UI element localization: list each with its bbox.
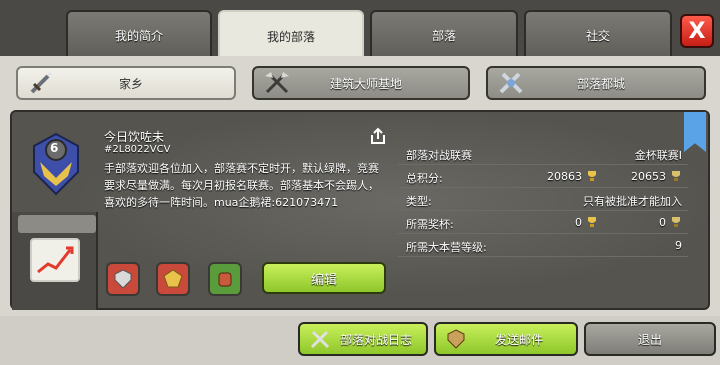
required-trophies-home: 0 [575,216,582,229]
tab-clans[interactable]: 部落 [370,10,518,58]
subnav-builder-label: 建筑大师基地 [329,76,402,91]
close-button[interactable]: X [680,14,714,48]
tab-my-clan[interactable]: 我的部落 [218,10,364,60]
war-league-label: 部落对战联赛 [406,149,472,162]
builder-trophy-icon [672,217,680,227]
clan-tag: #2L8022VCV [104,144,171,155]
required-trophies-builder: 0 [659,216,666,229]
total-points-label: 总积分: [406,172,443,185]
required-trophies-label: 所需奖杯: [406,218,454,231]
subnav-capital-label: 部落都城 [576,76,625,91]
clan-stats: 部落对战联赛 金杯联赛I 总积分: 20863 20653 类型: 只有被批准才… [398,142,688,257]
war-league-value: 金杯联赛I [634,149,682,162]
war-log-label: 部落对战日志 [339,332,412,347]
subnav-home-village[interactable]: 家乡 [16,66,236,100]
required-townhall-label: 所需大本营等级: [406,241,487,254]
leave-label: 退出 [637,332,662,347]
type-row: 类型: 只有被批准才能加入 [398,188,688,211]
trophy-icon [588,171,596,181]
subnav-clan-capital[interactable]: 部落都城 [486,66,706,100]
war-league-row: 部落对战联赛 金杯联赛I [398,142,688,165]
trophy-icon [588,217,596,227]
clan-badge: 6 [30,132,82,196]
subnav-home-label: 家乡 [118,76,143,91]
builder-trophy-icon [672,171,680,181]
total-points-row: 总积分: 20863 20653 [398,165,688,188]
type-value: 只有被批准才能加入 [583,195,682,208]
send-mail-button[interactable]: 发送邮件 [434,322,578,356]
war-shield-icon[interactable] [106,262,140,296]
sword-icon [24,69,58,97]
share-button[interactable] [368,126,388,146]
required-townhall-value: 9 [675,239,682,252]
required-townhall-row: 所需大本营等级: 9 [398,234,688,257]
clan-description: 手部落欢迎各位加入，部落赛不定时开，默认绿牌，竞赛要求尽量做满。每次月初报名联赛… [104,162,379,209]
points-builder: 20653 [631,170,666,183]
league-badge-icon[interactable] [156,262,190,296]
crossed-axes-icon [260,69,294,97]
required-trophies-row: 所需奖杯: 0 0 [398,211,688,234]
growth-chart-icon [37,246,74,274]
tab-social[interactable]: 社交 [524,10,672,58]
subnav-builder-base[interactable]: 建筑大师基地 [252,66,470,100]
clan-war-log-button[interactable]: 部落对战日志 [298,322,428,356]
type-label: 类型: [406,195,432,208]
side-slot [18,215,96,233]
tab-my-profile[interactable]: 我的简介 [66,10,212,58]
clan-name: 今日饮咗未 [104,130,165,144]
send-mail-label: 发送邮件 [494,332,543,347]
close-icon: X [688,18,706,44]
share-icon [371,127,385,144]
crossed-swords-icon [494,69,528,97]
clan-stats-chart-button[interactable] [30,238,80,282]
mail-shield-icon [442,326,470,352]
clan-level: 6 [50,141,59,155]
clan-perks-icon[interactable] [208,262,242,296]
edit-clan-button[interactable]: 编辑 [262,262,386,294]
crossed-swords-icon [306,326,334,352]
points-home: 20863 [547,170,582,183]
leave-clan-button[interactable]: 退出 [584,322,716,356]
